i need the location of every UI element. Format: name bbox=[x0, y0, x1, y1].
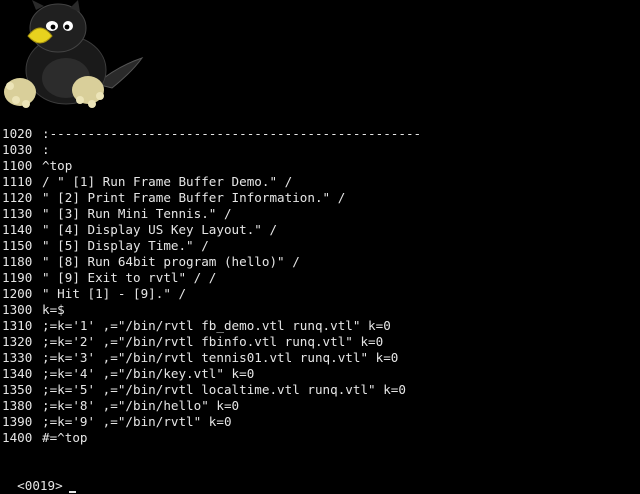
line-number: 1320 bbox=[2, 334, 33, 349]
line-number: 1120 bbox=[2, 190, 33, 205]
line-code: k=$ bbox=[42, 302, 65, 317]
line-number: 1100 bbox=[2, 158, 33, 173]
line-code: ;=k='8' ,="/bin/hello" k=0 bbox=[42, 398, 240, 413]
program-line: 1320 ;=k='2' ,="/bin/rvtl fbinfo.vtl runq… bbox=[2, 334, 638, 350]
line-number: 1190 bbox=[2, 270, 33, 285]
line-code: #=^top bbox=[42, 430, 88, 445]
line-number: 1390 bbox=[2, 414, 33, 429]
line-number: 1350 bbox=[2, 382, 33, 397]
line-number: 1400 bbox=[2, 430, 33, 445]
line-code: " [5] Display Time." / bbox=[42, 238, 209, 253]
program-line: 1120 " [2] Print Frame Buffer Information… bbox=[2, 190, 638, 206]
program-line: 1100 ^top bbox=[2, 158, 638, 174]
program-line: 1350 ;=k='5' ,="/bin/rvtl localtime.vtl r… bbox=[2, 382, 638, 398]
program-line: 1330 ;=k='3' ,="/bin/rvtl tennis01.vtl ru… bbox=[2, 350, 638, 366]
program-line: 1150 " [5] Display Time." / bbox=[2, 238, 638, 254]
line-code: / " [1] Run Frame Buffer Demo." / bbox=[42, 174, 293, 189]
tux-penguin-mascot-icon bbox=[4, 0, 144, 108]
program-line: 1180 " [8] Run 64bit program (hello)" / bbox=[2, 254, 638, 270]
prompt-label: <0019> bbox=[17, 478, 63, 493]
program-line: 1340 ;=k='4' ,="/bin/key.vtl" k=0 bbox=[2, 366, 638, 382]
line-number: 1340 bbox=[2, 366, 33, 381]
line-number: 1150 bbox=[2, 238, 33, 253]
text-cursor[interactable] bbox=[68, 491, 76, 493]
line-code: " [2] Print Frame Buffer Information." / bbox=[42, 190, 346, 205]
program-line: 1110 / " [1] Run Frame Buffer Demo." / bbox=[2, 174, 638, 190]
tux-penguin-logo bbox=[0, 0, 150, 115]
line-number: 1310 bbox=[2, 318, 33, 333]
line-code: " [4] Display US Key Layout." / bbox=[42, 222, 278, 237]
program-line: 1130 " [3] Run Mini Tennis." / bbox=[2, 206, 638, 222]
line-code: ;=k='9' ,="/bin/rvtl" k=0 bbox=[42, 414, 232, 429]
line-number: 1330 bbox=[2, 350, 33, 365]
line-code: ;=k='2' ,="/bin/rvtl fbinfo.vtl runq.vtl… bbox=[42, 334, 384, 349]
line-code: " [3] Run Mini Tennis." / bbox=[42, 206, 232, 221]
program-line: 1390 ;=k='9' ,="/bin/rvtl" k=0 bbox=[2, 414, 638, 430]
line-code: :---------------------------------------… bbox=[42, 126, 422, 141]
program-listing: 1020 :-----------------------------------… bbox=[2, 126, 638, 446]
program-line: 1140 " [4] Display US Key Layout." / bbox=[2, 222, 638, 238]
program-line: 1300 k=$ bbox=[2, 302, 638, 318]
program-line: 1200 " Hit [1] - [9]." / bbox=[2, 286, 638, 302]
line-code: ^top bbox=[42, 158, 73, 173]
line-number: 1140 bbox=[2, 222, 33, 237]
line-code: ;=k='5' ,="/bin/rvtl localtime.vtl runq.… bbox=[42, 382, 406, 397]
line-number: 1380 bbox=[2, 398, 33, 413]
line-code: " [8] Run 64bit program (hello)" / bbox=[42, 254, 300, 269]
line-number: 1200 bbox=[2, 286, 33, 301]
line-number: 1030 bbox=[2, 142, 33, 157]
command-prompt[interactable]: <0019> bbox=[2, 462, 76, 494]
line-code: ;=k='4' ,="/bin/key.vtl" k=0 bbox=[42, 366, 255, 381]
line-number: 1020 bbox=[2, 126, 33, 141]
program-line: 1030: bbox=[2, 142, 638, 158]
line-code: ;=k='3' ,="/bin/rvtl tennis01.vtl runq.v… bbox=[42, 350, 399, 365]
line-code: : bbox=[42, 142, 50, 157]
program-line: 1020 :-----------------------------------… bbox=[2, 126, 638, 142]
line-code: ;=k='1' ,="/bin/rvtl fb_demo.vtl runq.vt… bbox=[42, 318, 391, 333]
line-number: 1110 bbox=[2, 174, 33, 189]
program-line: 1310 ;=k='1' ,="/bin/rvtl fb_demo.vtl run… bbox=[2, 318, 638, 334]
line-number: 1300 bbox=[2, 302, 33, 317]
program-line: 1380 ;=k='8' ,="/bin/hello" k=0 bbox=[2, 398, 638, 414]
line-number: 1130 bbox=[2, 206, 33, 221]
line-code: " Hit [1] - [9]." / bbox=[42, 286, 187, 301]
line-code: " [9] Exit to rvtl" / / bbox=[42, 270, 217, 285]
line-number: 1180 bbox=[2, 254, 33, 269]
program-line: 1400 #=^top bbox=[2, 430, 638, 446]
program-line: 1190 " [9] Exit to rvtl" / / bbox=[2, 270, 638, 286]
